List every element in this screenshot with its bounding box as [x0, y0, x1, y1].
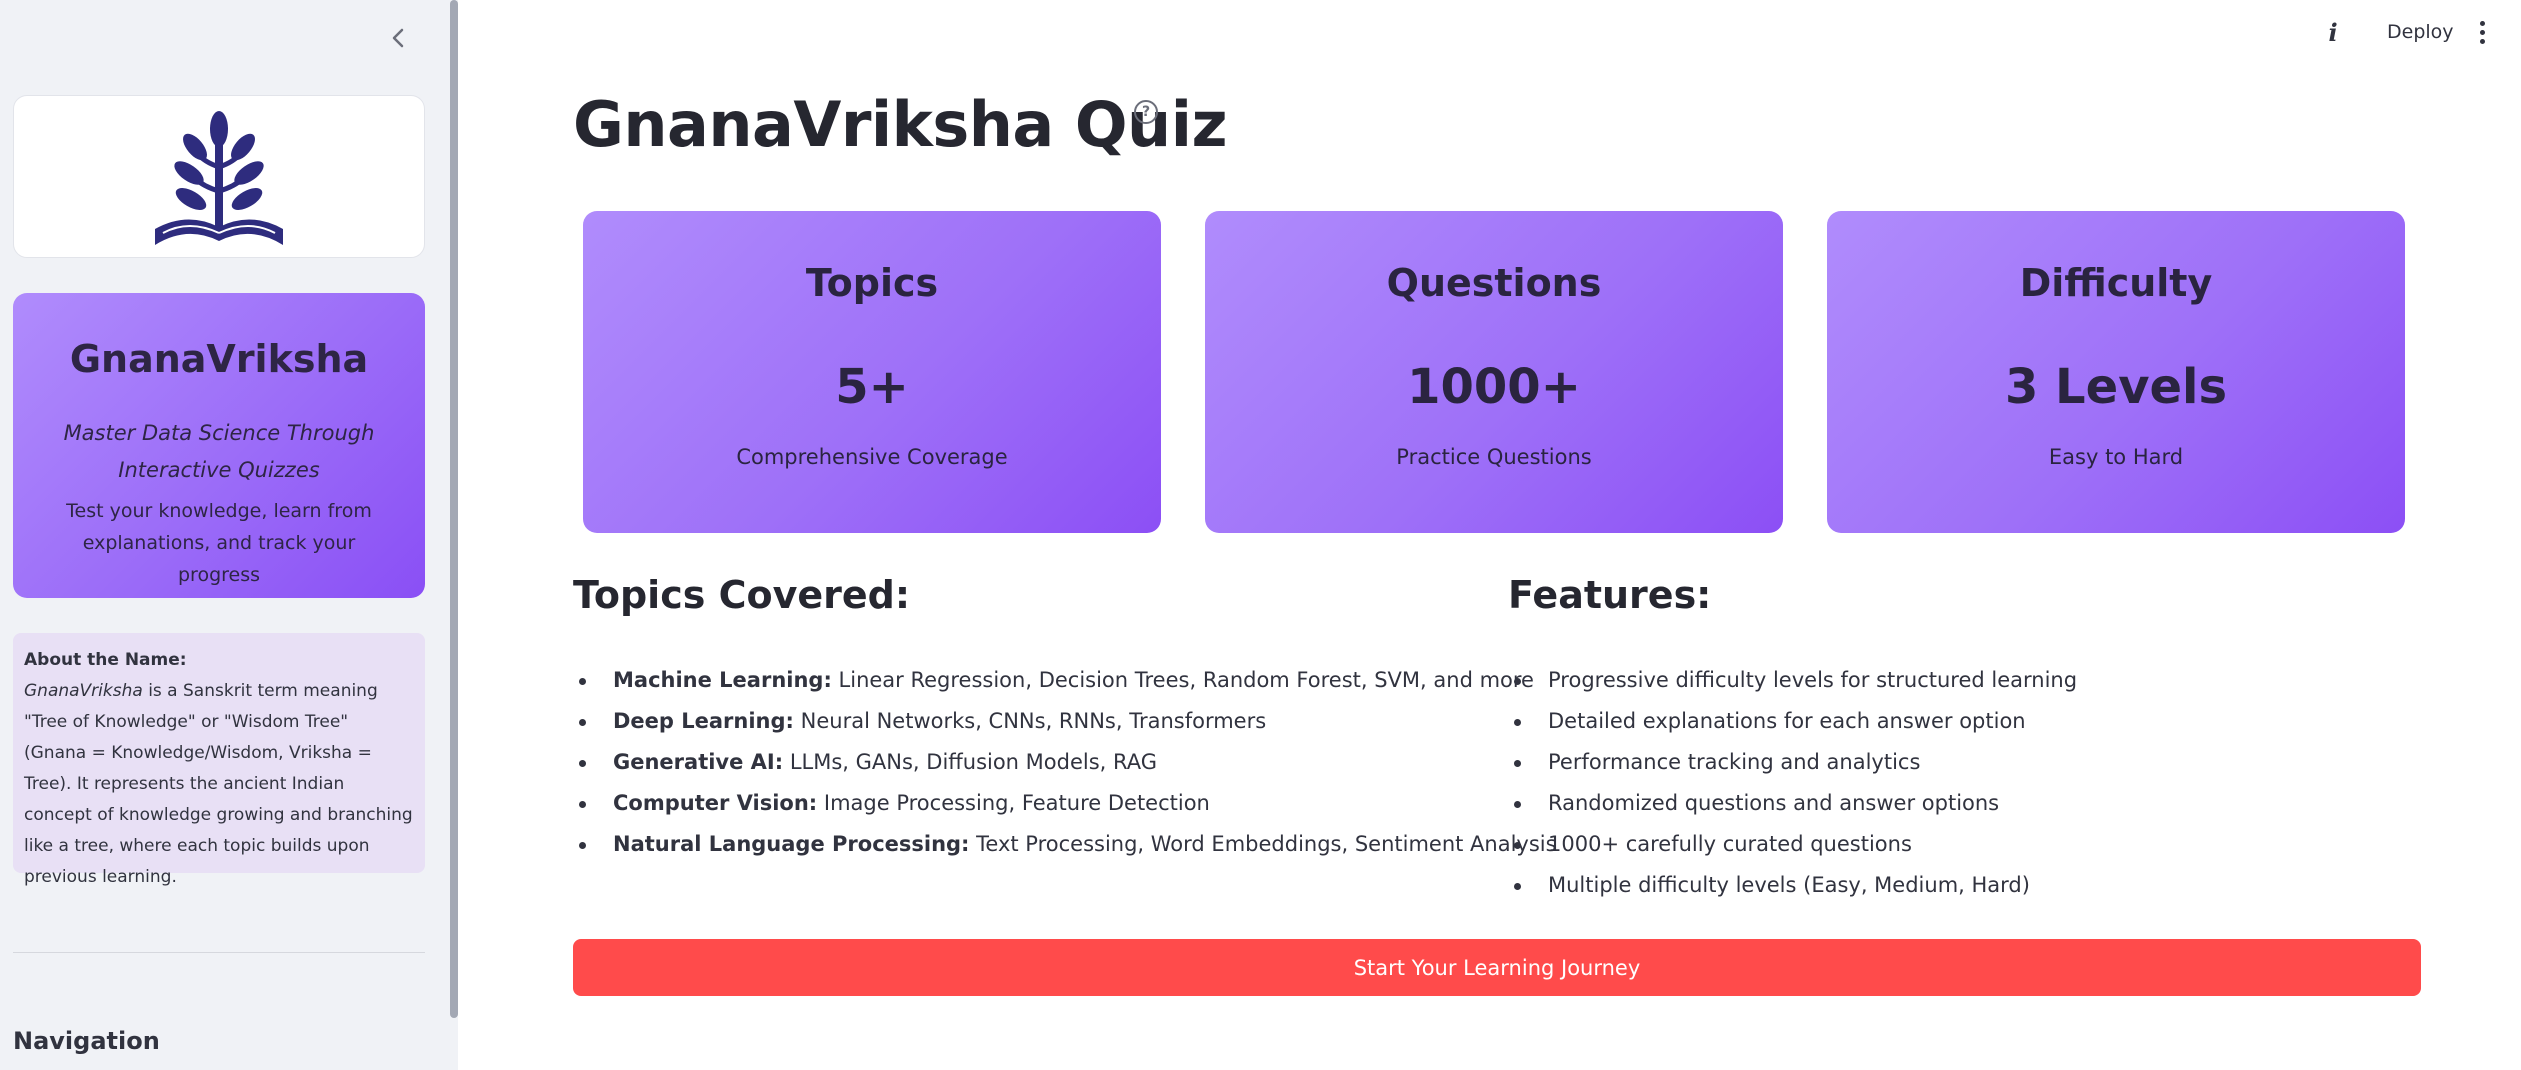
- list-item: Computer Vision: Image Processing, Featu…: [573, 783, 1557, 824]
- brand-description: Test your knowledge, learn from explanat…: [66, 500, 372, 586]
- topic-detail: Neural Networks, CNNs, RNNs, Transformer…: [793, 709, 1267, 733]
- brand-tagline: Master Data Science Through Interactive …: [63, 421, 375, 482]
- app-root: GnanaVriksha Master Data Science Through…: [0, 0, 2521, 1070]
- brand-title: GnanaVriksha: [69, 337, 369, 381]
- stat-card-questions: Questions 1000+ Practice Questions: [1205, 211, 1783, 533]
- stat-subtitle: Practice Questions: [1396, 445, 1592, 469]
- stat-label: Questions: [1386, 261, 1602, 305]
- stat-subtitle: Comprehensive Coverage: [736, 445, 1008, 469]
- features-list: Progressive difficulty levels for struct…: [1508, 660, 2077, 906]
- topic-detail: Linear Regression, Decision Trees, Rando…: [831, 668, 1534, 692]
- topic-name: Computer Vision:: [613, 791, 818, 815]
- topic-detail: Image Processing, Feature Detection: [817, 791, 1210, 815]
- topic-name: Generative AI:: [613, 750, 784, 774]
- stat-value: 5+: [835, 359, 909, 415]
- topic-name: Machine Learning:: [613, 668, 832, 692]
- more-vertical-icon: [2479, 20, 2485, 26]
- sidebar-scrollbar[interactable]: [450, 0, 458, 1018]
- page-title: GnanaVriksha Quiz: [573, 88, 1228, 161]
- more-vertical-icon-dot: [2479, 38, 2485, 44]
- stat-value: 1000+: [1407, 359, 1581, 415]
- list-item: Generative AI: LLMs, GANs, Diffusion Mod…: [573, 742, 1557, 783]
- chevron-left-icon: [392, 28, 404, 48]
- about-body: is a Sanskrit term meaning "Tree of Know…: [24, 681, 413, 887]
- list-item: Multiple difficulty levels (Easy, Medium…: [1508, 865, 2077, 906]
- info-button[interactable]: i: [2318, 16, 2348, 48]
- info-icon: i: [2328, 17, 2338, 47]
- list-item: Deep Learning: Neural Networks, CNNs, RN…: [573, 701, 1557, 742]
- list-item: Performance tracking and analytics: [1508, 742, 2077, 783]
- start-learning-button[interactable]: Start Your Learning Journey: [573, 939, 2421, 996]
- tree-book-logo-icon: [155, 110, 283, 245]
- list-item: 1000+ carefully curated questions: [1508, 824, 2077, 865]
- topic-name: Deep Learning:: [613, 709, 794, 733]
- sidebar-collapse-button[interactable]: [378, 18, 418, 58]
- stat-label: Topics: [805, 261, 939, 305]
- about-title: About the Name:: [24, 650, 187, 670]
- list-item: Machine Learning: Linear Regression, Dec…: [573, 660, 1557, 701]
- stat-value: 3 Levels: [2004, 359, 2228, 415]
- help-icon[interactable]: ?: [1134, 100, 1158, 124]
- brand-card: GnanaVriksha Master Data Science Through…: [13, 293, 425, 598]
- features-heading: Features:: [1508, 573, 1712, 617]
- navigation-heading: Navigation: [13, 1027, 160, 1055]
- topic-detail: LLMs, GANs, Diffusion Models, RAG: [783, 750, 1158, 774]
- topic-detail: Text Processing, Word Embeddings, Sentim…: [969, 832, 1557, 856]
- sidebar: GnanaVriksha Master Data Science Through…: [0, 0, 458, 1070]
- about-text: GnanaVriksha is a Sanskrit term meaning …: [24, 676, 414, 893]
- list-item: Natural Language Processing: Text Proces…: [573, 824, 1557, 865]
- about-name-box: About the Name: GnanaVriksha is a Sanskr…: [13, 633, 425, 887]
- more-vertical-icon-dot: [2479, 29, 2485, 35]
- about-term: GnanaVriksha: [24, 681, 143, 701]
- topic-name: Natural Language Processing:: [613, 832, 970, 856]
- stat-subtitle: Easy to Hard: [2048, 445, 2184, 469]
- logo-card: [13, 95, 425, 258]
- list-item: Detailed explanations for each answer op…: [1508, 701, 2077, 742]
- topics-list: Machine Learning: Linear Regression, Dec…: [573, 660, 1557, 865]
- stat-card-difficulty: Difficulty 3 Levels Easy to Hard: [1827, 211, 2405, 533]
- main-menu-button[interactable]: [2470, 16, 2494, 48]
- topics-covered-heading: Topics Covered:: [573, 573, 911, 617]
- deploy-button[interactable]: Deploy: [2375, 16, 2466, 48]
- list-item: Randomized questions and answer options: [1508, 783, 2077, 824]
- list-item: Progressive difficulty levels for struct…: [1508, 660, 2077, 701]
- stat-card-topics: Topics 5+ Comprehensive Coverage: [583, 211, 1161, 533]
- sidebar-divider: [13, 952, 425, 953]
- stat-label: Difficulty: [2019, 261, 2213, 305]
